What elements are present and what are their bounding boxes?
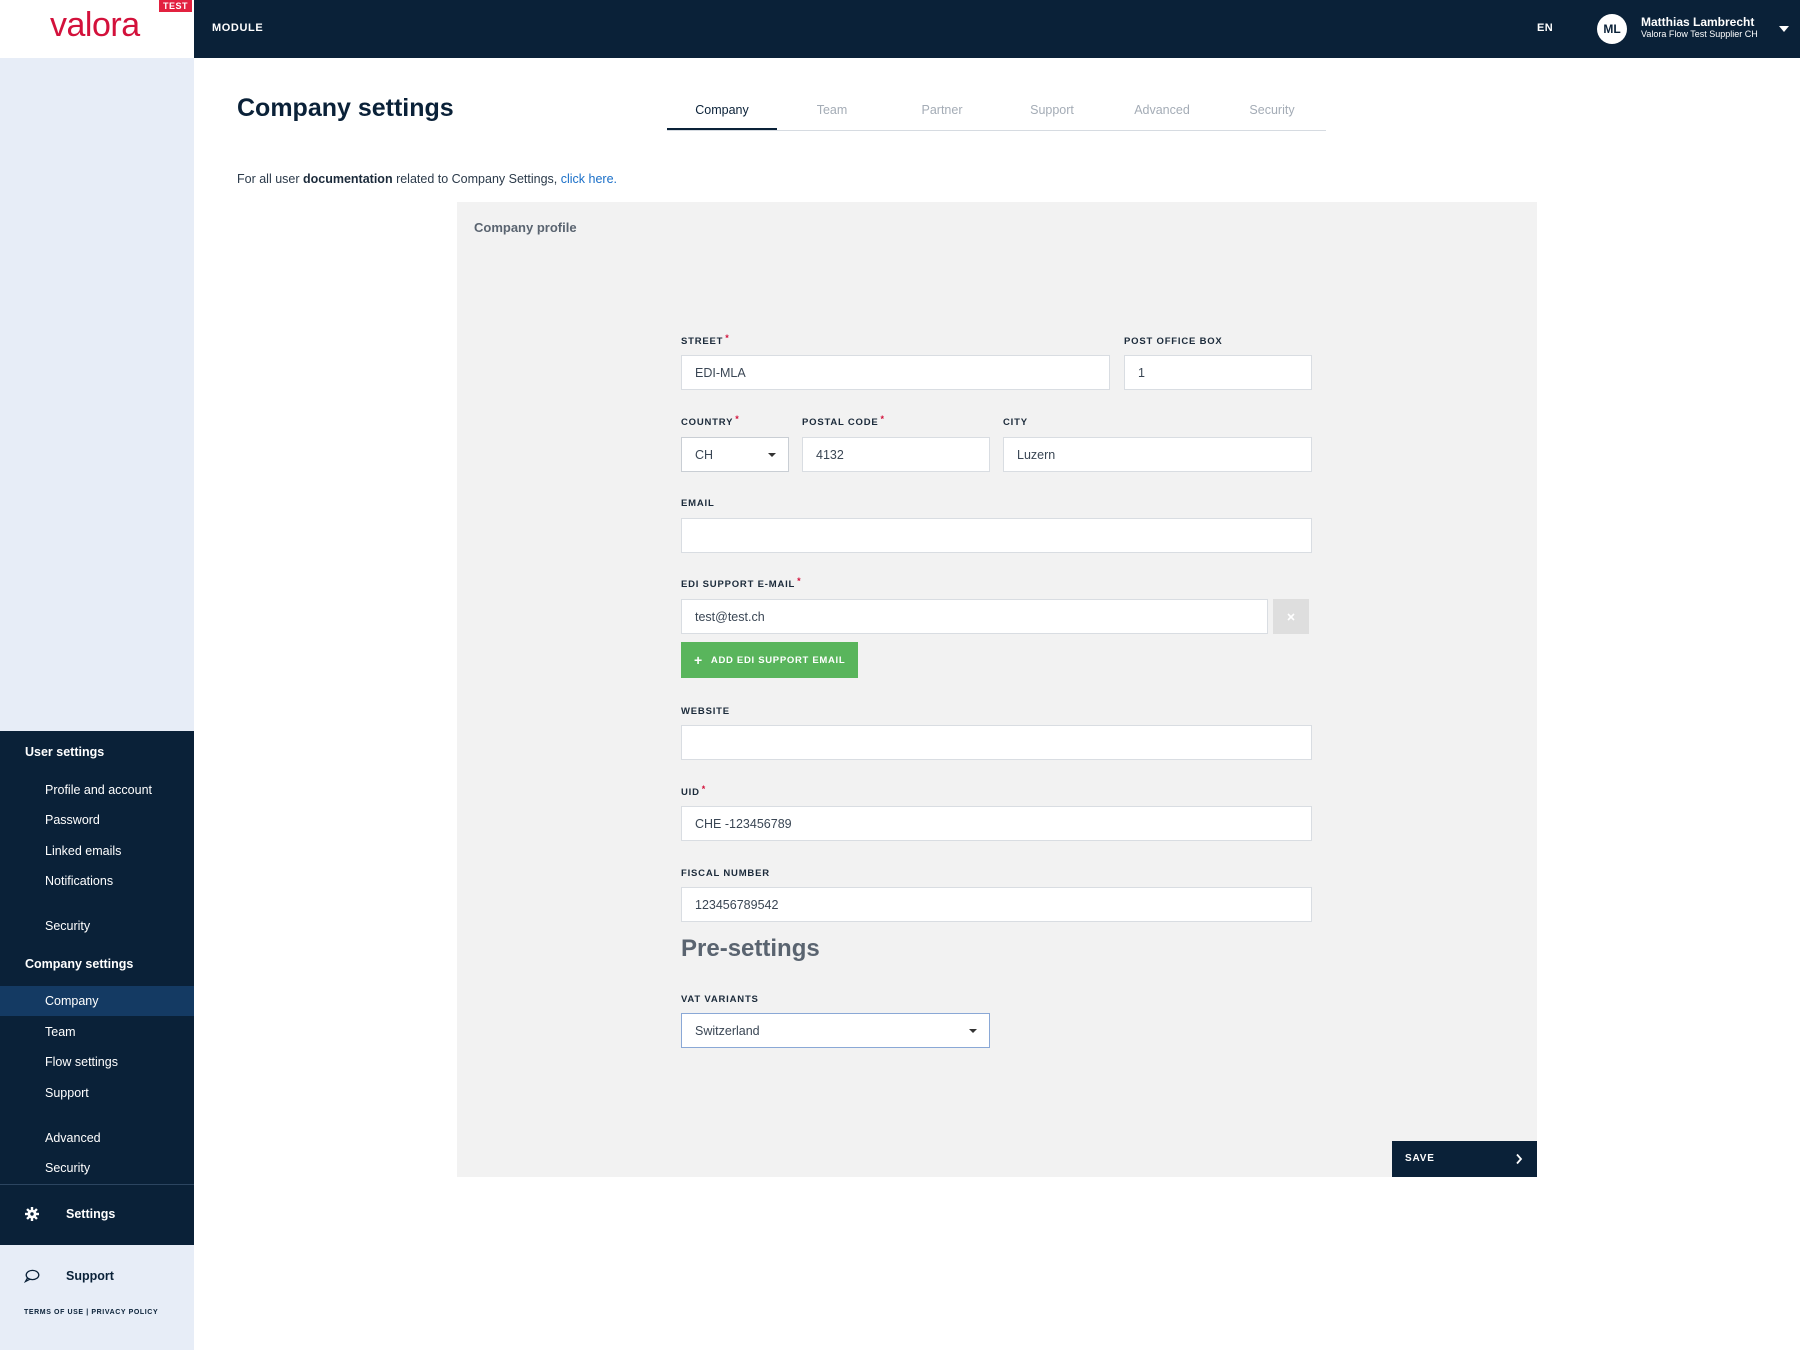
sidebar-item-advanced[interactable]: Advanced [0,1123,194,1153]
required-mark: * [725,333,730,343]
required-mark: * [797,576,802,586]
required-mark: * [701,784,707,794]
user-company: Valora Flow Test Supplier CH [1641,29,1758,39]
country-label-text: COUNTRY [681,417,734,428]
add-edi-support-email-button[interactable]: + ADD EDI SUPPORT EMAIL [681,642,859,678]
vat-variants-value: Switzerland [695,1023,760,1038]
page-title: Company settings [237,94,454,122]
logo-area[interactable]: valora TEST [0,0,194,58]
sidebar-item-support[interactable]: Support [0,1078,194,1108]
vat-variants-label: VAT VARIANTS [681,994,759,1005]
sidebar-item-notifications[interactable]: Notifications [0,866,194,896]
tab-security[interactable]: Security [1217,103,1327,117]
doc-text-middle: related to Company Settings, [392,172,561,186]
documentation-hint: For all user documentation related to Co… [237,172,617,186]
sidebar-item-company[interactable]: Company [0,986,194,1016]
sidebar-item-user-security[interactable]: Security [0,911,194,941]
street-label-text: STREET [681,336,724,347]
settings-tabs: Company Team Partner Support Advanced Se… [667,93,1326,131]
caret-down-icon [969,1029,977,1033]
save-button[interactable]: SAVE [1392,1141,1537,1177]
fiscal-number-label: FISCAL NUMBER [681,868,770,879]
valora-logo: valora [50,6,140,44]
company-profile-panel: Company profile STREET * EDI-MLA POST OFF… [457,202,1537,1177]
country-value: CH [695,447,714,462]
street-input[interactable]: EDI-MLA [681,355,1110,390]
sidebar-item-profile-and-account[interactable]: Profile and account [0,775,194,805]
sidebar-group-user-settings: User settings [25,745,105,759]
module-menu[interactable]: MODULE [212,22,263,34]
panel-title: Company profile [474,220,577,235]
sidebar-item-linked-emails[interactable]: Linked emails [0,836,194,866]
edi-email-input[interactable]: test@test.ch [681,599,1268,634]
doc-text-prefix: For all user [237,172,303,186]
required-mark: * [735,414,740,424]
add-edi-support-email-label: ADD EDI SUPPORT EMAIL [710,654,846,666]
active-tab-indicator [667,128,777,130]
sidebar-group-company-settings: Company settings [25,957,134,971]
postal-code-label-text: POSTAL CODE [802,417,879,428]
documentation-link[interactable]: click here. [561,172,617,186]
tab-team[interactable]: Team [777,103,887,117]
legal-links[interactable]: TERMS OF USE | PRIVACY POLICY [24,1309,158,1316]
caret-down-icon [768,453,776,457]
tab-company[interactable]: Company [667,103,777,117]
po-box-input[interactable]: 1 [1124,355,1312,390]
uid-input[interactable]: CHE -123456789 [681,806,1312,841]
sidebar-item-team[interactable]: Team [0,1017,194,1047]
save-label: SAVE [1405,1153,1435,1164]
avatar[interactable]: ML [1597,14,1627,44]
city-input[interactable]: Luzern [1003,437,1312,472]
chat-bubble-icon [23,1269,40,1284]
country-select[interactable]: CH [681,437,789,472]
sidebar-settings-label: Settings [66,1207,116,1221]
required-mark: * [880,414,885,424]
plus-icon: + [694,652,703,668]
sidebar-divider [0,1184,194,1185]
top-bar: valora TEST MODULE EN ML Matthias Lambre… [0,0,1800,58]
tab-support[interactable]: Support [997,103,1107,117]
chevron-down-icon[interactable] [1777,22,1791,36]
postal-code-input[interactable]: 4132 [802,437,990,472]
uid-label: UID * [681,784,707,798]
close-icon [1287,612,1295,621]
website-label: WEBSITE [681,706,730,717]
remove-edi-email-button[interactable] [1273,599,1309,634]
sidebar-settings-link[interactable]: Settings [0,1197,194,1231]
tab-advanced[interactable]: Advanced [1107,103,1217,117]
sidebar-support-label: Support [66,1269,114,1283]
website-input[interactable] [681,725,1312,760]
po-box-label: POST OFFICE BOX [1124,336,1223,347]
sidebar-item-flow-settings[interactable]: Flow settings [0,1047,194,1077]
postal-code-label: POSTAL CODE * [802,414,885,428]
user-name[interactable]: Matthias Lambrecht [1641,15,1754,29]
uid-label-text: UID [681,787,700,798]
fiscal-number-input[interactable]: 123456789542 [681,887,1312,922]
language-switcher[interactable]: EN [1537,22,1553,34]
vat-variants-select[interactable]: Switzerland [681,1013,990,1048]
gear-icon [25,1207,39,1221]
environment-badge: TEST [158,0,192,12]
email-label: EMAIL [681,498,715,509]
sidebar-support-link[interactable]: Support [0,1262,194,1290]
edi-email-label-text: EDI SUPPORT E-MAIL [681,579,796,590]
city-label: CITY [1003,417,1028,428]
email-input[interactable] [681,518,1312,553]
country-label: COUNTRY * [681,414,740,428]
chevron-right-icon [1515,1153,1525,1165]
sidebar-item-company-security[interactable]: Security [0,1153,194,1183]
pre-settings-title: Pre-settings [681,935,820,962]
doc-text-bold: documentation [303,172,393,186]
tab-partner[interactable]: Partner [887,103,997,117]
sidebar-item-password[interactable]: Password [0,805,194,835]
edi-email-label: EDI SUPPORT E-MAIL * [681,576,802,590]
street-label: STREET * [681,333,730,347]
